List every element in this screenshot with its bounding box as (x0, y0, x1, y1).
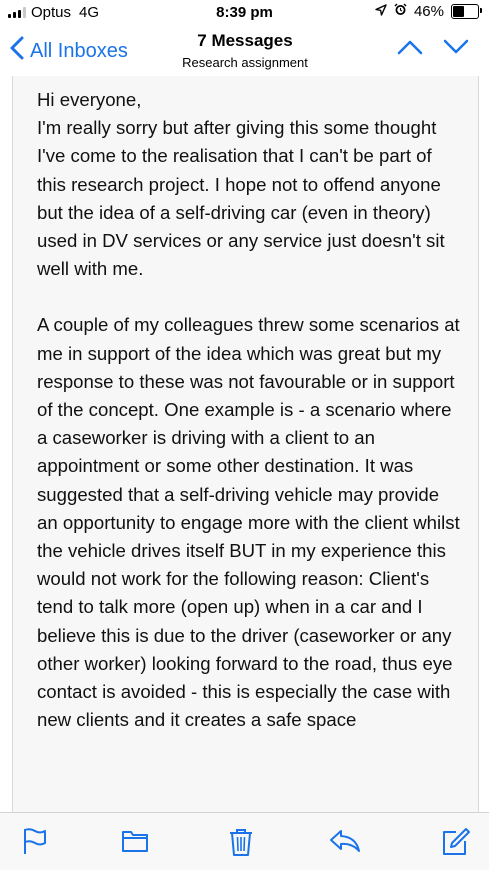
reply-icon[interactable] (328, 827, 362, 860)
thread-count-title: 7 Messages (197, 31, 293, 50)
folder-icon[interactable] (120, 827, 150, 860)
message-paragraph: A couple of my colleagues threw some sce… (37, 314, 460, 731)
chevron-left-icon (10, 36, 30, 66)
chevron-up-icon[interactable] (397, 39, 423, 60)
message-paragraph: Hi everyone, I'm really sorry but after g… (37, 89, 445, 280)
status-right: 46% (375, 3, 482, 20)
location-icon (375, 3, 387, 20)
chevron-down-icon[interactable] (443, 39, 469, 60)
message-body[interactable]: Hi everyone, I'm really sorry but after g… (12, 76, 479, 812)
back-button[interactable]: All Inboxes (10, 36, 128, 66)
thread-subject: Research assignment (182, 55, 308, 70)
compose-icon[interactable] (440, 827, 470, 862)
status-bar: Optus 4G 8:39 pm 46% (0, 0, 489, 26)
trash-icon[interactable] (227, 827, 255, 862)
alarm-icon (394, 3, 407, 20)
battery-icon (451, 4, 482, 19)
battery-fill (453, 6, 465, 17)
nav-bar: All Inboxes 7 Messages Research assignme… (0, 26, 489, 76)
nav-title: 7 Messages Research assignment (150, 31, 340, 70)
back-label: All Inboxes (30, 39, 128, 62)
flag-icon[interactable] (22, 827, 48, 860)
toolbar (0, 812, 489, 870)
battery-percent: 46% (413, 3, 444, 20)
message-text: Hi everyone, I'm really sorry but after g… (13, 76, 478, 734)
message-nav-arrows (397, 39, 469, 60)
